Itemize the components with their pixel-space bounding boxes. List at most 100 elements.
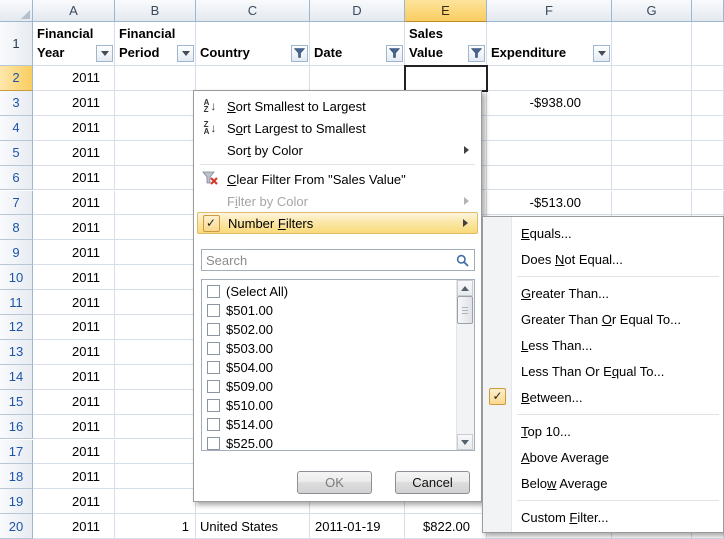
scroll-down-button[interactable]: [457, 434, 473, 450]
cell-B5[interactable]: [115, 141, 196, 166]
row-header-18[interactable]: 18: [0, 464, 33, 489]
header-cell-E1[interactable]: SalesValue: [405, 22, 487, 66]
cell-F2[interactable]: [487, 66, 612, 91]
menu-item-filter-by-color[interactable]: Filter by Color: [197, 190, 478, 212]
cell-F6[interactable]: [487, 166, 612, 191]
cell-G6[interactable]: [612, 166, 692, 191]
cell-A3[interactable]: 2011: [33, 91, 115, 116]
cell-B17[interactable]: [115, 440, 196, 465]
row-header-10[interactable]: 10: [0, 265, 33, 290]
submenu-item-below-average[interactable]: Below Average: [483, 470, 723, 496]
filter-dropdown-button-D[interactable]: [386, 45, 403, 62]
column-header-B[interactable]: B: [115, 0, 196, 22]
cell-G7[interactable]: [612, 191, 692, 216]
cell-G5[interactable]: [612, 141, 692, 166]
select-all-corner[interactable]: [0, 0, 33, 22]
row-header-7[interactable]: 7: [0, 191, 33, 216]
header-cell-D1[interactable]: Date: [310, 22, 405, 66]
column-header-F[interactable]: F: [487, 0, 612, 22]
cell-B16[interactable]: [115, 415, 196, 440]
filter-value-option[interactable]: $501.00: [202, 301, 457, 320]
cell-B13[interactable]: [115, 340, 196, 365]
filter-dropdown-button-C[interactable]: [291, 45, 308, 62]
cell-A8[interactable]: 2011: [33, 215, 115, 240]
cell-B14[interactable]: [115, 365, 196, 390]
cell-A15[interactable]: 2011: [33, 390, 115, 415]
submenu-item-equals[interactable]: Equals...: [483, 220, 723, 246]
cell-B12[interactable]: [115, 315, 196, 340]
cell-F4[interactable]: [487, 116, 612, 141]
row-header-12[interactable]: 12: [0, 315, 33, 340]
row-header-5[interactable]: 5: [0, 141, 33, 166]
filter-search-input[interactable]: [202, 253, 450, 268]
checkbox-icon[interactable]: [207, 323, 220, 336]
cell-A14[interactable]: 2011: [33, 365, 115, 390]
filter-dropdown-button-B[interactable]: [177, 45, 194, 62]
checkbox-icon[interactable]: [207, 304, 220, 317]
cell-B19[interactable]: [115, 489, 196, 514]
row-header-9[interactable]: 9: [0, 240, 33, 265]
cell-A20[interactable]: 2011: [33, 514, 115, 539]
cell-B20[interactable]: 1: [115, 514, 196, 539]
header-cell-A1[interactable]: FinancialYear: [33, 22, 115, 66]
row-header-2[interactable]: 2: [0, 66, 33, 91]
row-header-14[interactable]: 14: [0, 365, 33, 390]
cell-A9[interactable]: 2011: [33, 240, 115, 265]
header-cell-F1[interactable]: Expenditure: [487, 22, 612, 66]
column-header-G[interactable]: G: [612, 0, 692, 22]
cell-G2[interactable]: [612, 66, 692, 91]
cell-A11[interactable]: 2011: [33, 290, 115, 315]
cell-B10[interactable]: [115, 265, 196, 290]
cell-X4[interactable]: [692, 116, 724, 141]
header-cell-B1[interactable]: FinancialPeriod: [115, 22, 196, 66]
cell-A17[interactable]: 2011: [33, 440, 115, 465]
checkbox-icon[interactable]: [207, 437, 220, 450]
filter-value-option[interactable]: $510.00: [202, 396, 457, 415]
filter-value-option[interactable]: $509.00: [202, 377, 457, 396]
row-header-1[interactable]: 1: [0, 22, 33, 66]
cell-A16[interactable]: 2011: [33, 415, 115, 440]
column-header-A[interactable]: A: [33, 0, 115, 22]
filter-value-option[interactable]: $503.00: [202, 339, 457, 358]
cell-F5[interactable]: [487, 141, 612, 166]
cell-D2[interactable]: [310, 66, 405, 91]
cell-A6[interactable]: 2011: [33, 166, 115, 191]
ok-button[interactable]: OK: [297, 471, 372, 494]
cell-B9[interactable]: [115, 240, 196, 265]
cell-C20[interactable]: United States: [196, 514, 310, 539]
cell-B2[interactable]: [115, 66, 196, 91]
column-header-D[interactable]: D: [310, 0, 405, 22]
column-header-E[interactable]: E: [405, 0, 487, 22]
row-header-13[interactable]: 13: [0, 340, 33, 365]
checkbox-icon[interactable]: [207, 399, 220, 412]
cell-X6[interactable]: [692, 166, 724, 191]
row-header-19[interactable]: 19: [0, 489, 33, 514]
menu-item-sort-largest-to-smallest[interactable]: ZA↓Sort Largest to Smallest: [197, 117, 478, 139]
filter-value-option[interactable]: $514.00: [202, 415, 457, 434]
cell-B8[interactable]: [115, 215, 196, 240]
filter-value-option[interactable]: (Select All): [202, 282, 457, 301]
column-header-C[interactable]: C: [196, 0, 310, 22]
cell-A18[interactable]: 2011: [33, 464, 115, 489]
cell-A10[interactable]: 2011: [33, 265, 115, 290]
cell-E20[interactable]: $822.00: [405, 514, 487, 539]
cell-A4[interactable]: 2011: [33, 116, 115, 141]
checkbox-icon[interactable]: [207, 342, 220, 355]
filter-dropdown-button-E[interactable]: [468, 45, 485, 62]
cell-E2[interactable]: [405, 66, 487, 91]
submenu-item-greater-than[interactable]: Greater Than...: [483, 280, 723, 306]
header-cell-C1[interactable]: Country: [196, 22, 310, 66]
cell-A19[interactable]: 2011: [33, 489, 115, 514]
filter-dropdown-button-F[interactable]: [593, 45, 610, 62]
cell-B15[interactable]: [115, 390, 196, 415]
row-header-8[interactable]: 8: [0, 215, 33, 240]
cell-A13[interactable]: 2011: [33, 340, 115, 365]
filter-value-option[interactable]: $504.00: [202, 358, 457, 377]
submenu-item-less-than-or-equal-to[interactable]: Less Than Or Equal To...: [483, 358, 723, 384]
row-header-4[interactable]: 4: [0, 116, 33, 141]
menu-item-number-filters[interactable]: ✓Number Filters: [197, 212, 478, 234]
submenu-item-custom-filter[interactable]: Custom Filter...: [483, 504, 723, 530]
submenu-item-less-than[interactable]: Less Than...: [483, 332, 723, 358]
cell-B11[interactable]: [115, 290, 196, 315]
submenu-item-greater-than-or-equal-to[interactable]: Greater Than Or Equal To...: [483, 306, 723, 332]
